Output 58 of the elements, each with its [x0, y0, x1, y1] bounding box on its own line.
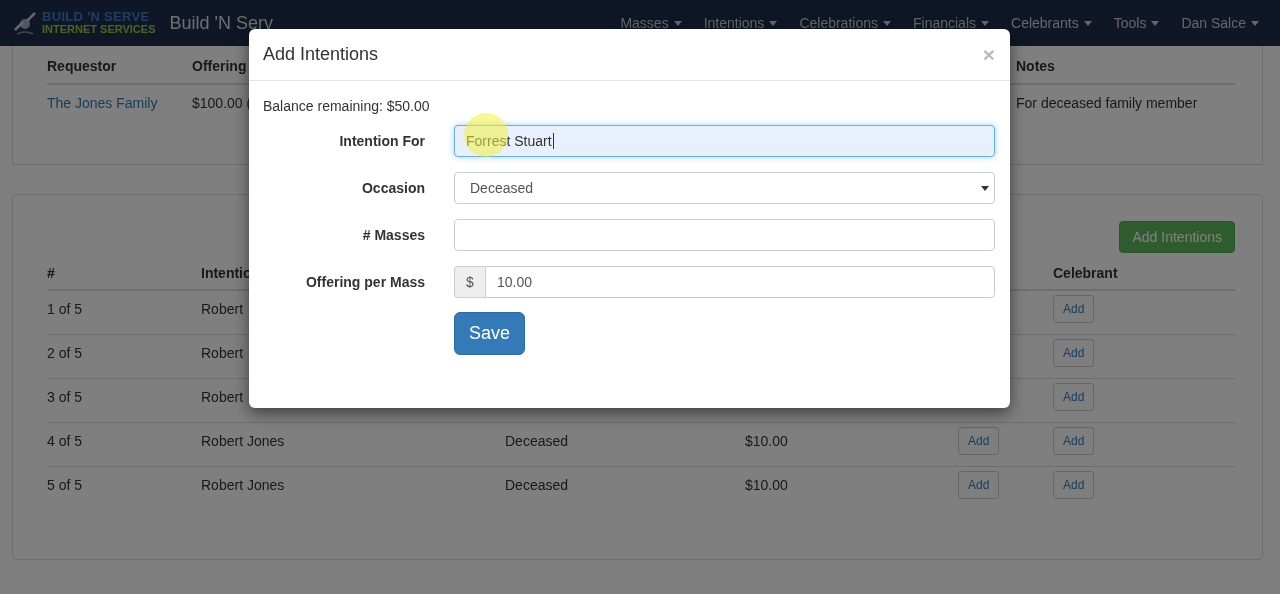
nav-menu[interactable]: Celebrants — [998, 15, 1101, 31]
table-cell: 2 of 5 — [47, 345, 83, 361]
column-header: Requestor — [47, 54, 192, 85]
caret-icon — [883, 20, 891, 26]
field-label: # Masses — [361, 227, 425, 243]
requestor-link[interactable]: The Jones Family — [47, 95, 158, 111]
amount-field[interactable]: 10.00 — [485, 266, 995, 298]
table-cell: 3 of 5 — [47, 389, 83, 405]
column-header: Intentio — [201, 265, 252, 281]
table-cell: 1 of 5 — [47, 301, 83, 317]
caret-icon — [673, 20, 682, 26]
brand-name: BUILD 'N SERVE — [42, 10, 151, 23]
table-cell: 5 of 5 — [47, 477, 83, 493]
nav-menu[interactable]: Tools — [1100, 15, 1169, 31]
field-label: Intention For — [338, 133, 425, 149]
nav-menu[interactable]: Intentions — [690, 15, 787, 31]
table-cell: Robert — [201, 301, 244, 317]
save-button[interactable]: Save — [454, 312, 525, 355]
balance-text: Balance remaining: $50.00 — [263, 98, 431, 114]
add-button[interactable]: Add — [1053, 383, 1095, 411]
currency-addon: $ — [454, 266, 485, 298]
caret-icon — [1151, 20, 1160, 26]
brand-tagline: INTERNET SERVICES — [42, 23, 156, 36]
add-button[interactable]: Add — [1053, 339, 1095, 367]
column-header: # — [47, 265, 55, 281]
nav-menu[interactable]: Financials — [900, 15, 998, 31]
add-button[interactable]: Add — [1053, 471, 1095, 499]
table-cell: Robert — [201, 345, 244, 361]
column-header: Notes — [1016, 54, 1235, 85]
text-field[interactable] — [454, 219, 995, 251]
table-cell: $10.00 — [745, 433, 788, 449]
caret-icon — [1083, 20, 1092, 26]
nav-menu[interactable]: Celebrations — [786, 15, 900, 31]
field-label: Offering per Mass — [304, 274, 425, 290]
add-button[interactable]: Add — [958, 427, 1000, 455]
table-cell: Robert — [201, 389, 244, 405]
caret-icon — [981, 185, 989, 191]
table-cell: $10.00 — [745, 477, 788, 493]
column-header: Celebrant — [1053, 265, 1118, 281]
add-button[interactable]: Add — [1053, 295, 1095, 323]
caret-icon — [981, 20, 989, 26]
caret-icon — [1251, 20, 1259, 26]
caret-icon — [769, 20, 778, 26]
nav-menu[interactable]: Dan Salce — [1168, 15, 1268, 31]
field-label: Occasion — [360, 180, 425, 196]
table-cell: Deceased — [505, 477, 569, 493]
add-intentions-button[interactable]: Add Intentions — [1119, 221, 1235, 253]
add-button[interactable]: Add — [1053, 427, 1095, 455]
table-cell: Robert Jones — [201, 477, 285, 493]
table-cell: 4 of 5 — [47, 433, 83, 449]
table-cell: Robert Jones — [201, 433, 285, 449]
table-cell: For deceased family member — [1016, 95, 1198, 111]
logo-icon — [12, 10, 38, 36]
nav-menu[interactable]: Masses — [607, 15, 691, 31]
app-title[interactable]: Build 'N Serv — [169, 12, 273, 34]
table-cell: Deceased — [505, 433, 569, 449]
add-button[interactable]: Add — [958, 471, 1000, 499]
occasion-select[interactable]: Deceased — [454, 172, 995, 204]
